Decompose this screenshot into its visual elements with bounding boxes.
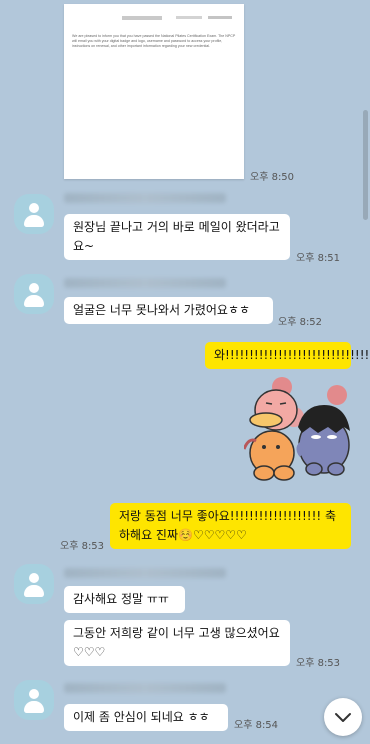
message-time: 오후 8:53 [60, 541, 105, 552]
message-time: 오후 8:52 [278, 317, 323, 328]
message-bubble: 감사해요 정말 ㅠㅠ [64, 586, 185, 613]
person-silhouette-icon [29, 203, 39, 213]
document-image-attachment[interactable]: We are pleased to inform you that you ha… [64, 4, 244, 179]
document-header-lines [64, 14, 244, 24]
avatar[interactable] [14, 680, 54, 720]
sender-name-blurred [64, 568, 226, 578]
message-bubble: 원장님 끝나고 거의 바로 메일이 왔더라고요~ [64, 214, 290, 260]
avatar[interactable] [14, 194, 54, 234]
message-bubble: 그동안 저희랑 같이 너무 고생 많으셨어요♡♡♡ [64, 620, 290, 666]
message-time: 오후 8:54 [234, 720, 279, 731]
message-time: 오후 8:51 [296, 253, 341, 264]
sender-name-blurred [64, 683, 226, 693]
my-message-bubble: 저랑 동점 너무 좋아요!!!!!!!!!!!!!!!!!!! 축하해요 진짜☺… [110, 503, 351, 549]
scrollbar-thumb[interactable] [363, 110, 368, 220]
avatar[interactable] [14, 274, 54, 314]
sender-name-blurred [64, 193, 226, 203]
person-silhouette-icon [29, 283, 39, 293]
message-bubble: 이제 좀 안심이 되네요 ㅎㅎ [64, 704, 228, 731]
person-silhouette-icon [29, 689, 39, 699]
message-time: 오후 8:50 [250, 172, 295, 183]
my-message-bubble: 와!!!!!!!!!!!!!!!!!!!!!!!!!!!!!! [205, 342, 369, 369]
message-bubble: 얼굴은 너무 못나와서 가렸어요ㅎㅎ [64, 297, 273, 324]
document-body-text: We are pleased to inform you that you ha… [72, 34, 236, 48]
sender-name-blurred [64, 278, 226, 288]
message-time: 오후 8:53 [296, 658, 341, 669]
character-sticker[interactable] [242, 375, 354, 495]
avatar[interactable] [14, 564, 54, 604]
scroll-to-bottom-button[interactable] [324, 698, 362, 736]
chevron-down-icon [335, 713, 351, 722]
person-silhouette-icon [29, 573, 39, 583]
